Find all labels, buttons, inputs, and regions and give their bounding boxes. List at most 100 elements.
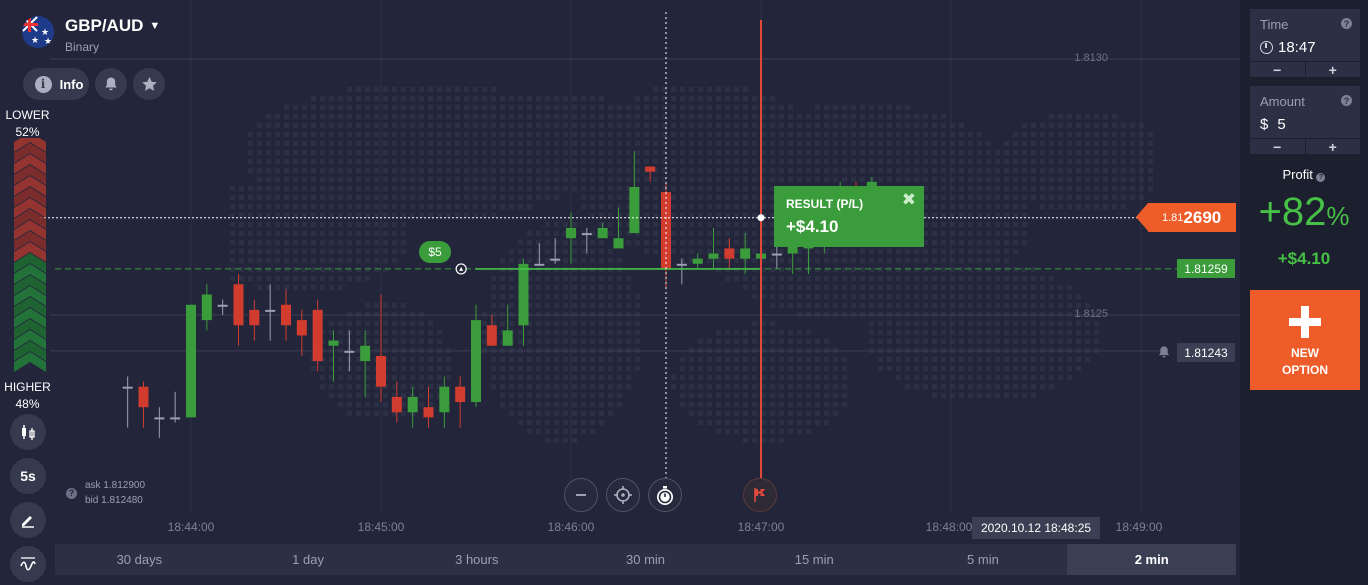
timeframe-option[interactable]: 1 day	[224, 544, 393, 575]
center-chart-button[interactable]	[606, 478, 640, 512]
timeframe-option[interactable]: 30 days	[55, 544, 224, 575]
candle	[281, 304, 291, 326]
close-icon[interactable]: ✖	[902, 190, 916, 210]
result-value: +$4.10	[786, 217, 839, 236]
candle	[771, 253, 782, 256]
candle	[629, 187, 640, 234]
candle	[724, 248, 735, 259]
candle	[122, 386, 133, 389]
candle	[312, 309, 323, 362]
candle	[613, 238, 624, 249]
star-icon	[141, 76, 157, 91]
timeframe-option[interactable]: 30 min	[561, 544, 730, 575]
help-icon[interactable]: ?	[66, 488, 77, 499]
profit-percent-value: +82	[1258, 190, 1327, 234]
candle	[550, 258, 561, 261]
candle	[170, 417, 181, 420]
stopwatch-icon	[657, 486, 673, 505]
indicators-button[interactable]	[10, 546, 46, 582]
expiration-flag-button[interactable]	[743, 478, 777, 512]
candle	[233, 284, 244, 326]
profit-percent: +82%	[1240, 190, 1368, 235]
expiration-timer-button[interactable]	[648, 478, 682, 512]
candle	[518, 263, 529, 326]
candle	[138, 386, 149, 408]
checkered-flag-icon	[754, 488, 765, 502]
higher-label: HIGHER	[4, 380, 51, 394]
chart-area[interactable]: 1.8130 1.8125 ★ ★ ★ GBP/AUD ▼ Binary i In…	[0, 0, 1240, 585]
sentiment-bar	[14, 138, 46, 372]
info-button-label: Info	[59, 76, 84, 92]
price-level-label: 1.8125	[1074, 308, 1108, 320]
zoom-out-button[interactable]	[564, 478, 598, 512]
crosshair-icon	[614, 486, 632, 504]
amount-decrease-button[interactable]: −	[1250, 139, 1306, 155]
ask-bid-quote: ? ask 1.812900 bid 1.812480	[66, 478, 145, 508]
alert-button[interactable]	[95, 68, 127, 100]
amount-value[interactable]: 5	[1277, 116, 1285, 133]
candle	[296, 320, 307, 336]
bell-icon	[105, 77, 117, 91]
clock-icon	[1260, 40, 1273, 54]
candle	[439, 386, 450, 413]
lower-label: LOWER	[5, 108, 50, 122]
price-level-label: 1.8130	[1074, 52, 1108, 64]
time-tick: 18:45:00	[357, 520, 405, 534]
amount-field[interactable]: Amount ? $5 − +	[1250, 86, 1361, 155]
timeframe-option[interactable]: 3 hours	[392, 544, 561, 575]
bell-icon[interactable]	[1157, 345, 1171, 359]
candle	[597, 227, 608, 239]
candle	[154, 417, 165, 420]
candle	[423, 407, 434, 418]
time-tick: 18:46:00	[547, 520, 595, 534]
result-label: RESULT (P/L)	[786, 197, 864, 211]
candle	[391, 396, 402, 413]
candle	[344, 350, 355, 353]
gbp-aud-flag-icon: ★ ★ ★	[22, 16, 54, 48]
candle	[455, 386, 466, 403]
drawing-tools-button[interactable]	[10, 502, 46, 538]
info-button[interactable]: i Info	[23, 68, 89, 100]
new-option-button[interactable]: NEW OPTION	[1250, 290, 1360, 390]
candle	[249, 309, 260, 326]
candle	[186, 304, 196, 418]
time-tick: 18:49:00	[1115, 520, 1163, 534]
candle	[676, 263, 687, 266]
chart-type-button[interactable]	[10, 414, 46, 450]
time-tick: 18:44:00	[167, 520, 215, 534]
candlestick-icon	[22, 425, 35, 440]
help-icon[interactable]: ?	[1341, 95, 1352, 106]
candle	[486, 325, 497, 346]
asset-toolbar: i Info	[23, 68, 165, 100]
plus-icon	[1289, 306, 1321, 338]
help-icon[interactable]: ?	[1316, 173, 1326, 182]
timeframe-option[interactable]: 15 min	[730, 544, 899, 575]
candle	[471, 320, 481, 403]
time-decrease-button[interactable]: −	[1250, 62, 1306, 78]
amount-increase-button[interactable]: +	[1306, 139, 1361, 155]
time-increase-button[interactable]: +	[1306, 62, 1361, 78]
asset-type: Binary	[65, 40, 100, 54]
chevron-down-icon: ▼	[149, 20, 161, 32]
help-icon[interactable]: ?	[1341, 18, 1352, 29]
trade-panel: Time ? 18:47 − + Amount ? $5 − + Profit …	[1240, 0, 1368, 585]
time-field[interactable]: Time ? 18:47 − +	[1250, 9, 1361, 78]
candle	[534, 263, 545, 266]
candle	[740, 248, 751, 259]
candle	[407, 396, 418, 413]
profit-amount: +$4.10	[1277, 249, 1331, 268]
time-value: 18:47	[1278, 38, 1316, 56]
info-icon: i	[34, 75, 52, 93]
timeframe-option[interactable]: 2 min	[1067, 544, 1237, 575]
chart-tools: 5s	[10, 414, 46, 582]
current-price-tag: 1.81 2690	[1136, 203, 1236, 232]
asset-selector[interactable]: ★ ★ ★ GBP/AUD ▼ Binary	[22, 16, 160, 54]
interval-button[interactable]: 5s	[10, 458, 46, 494]
current-price-suffix: 2690	[1183, 207, 1222, 227]
candle	[376, 355, 386, 387]
candle	[502, 330, 513, 346]
ask-price: ask 1.812900	[85, 480, 146, 491]
indicator-wave-icon	[20, 557, 36, 571]
timeframe-option[interactable]: 5 min	[899, 544, 1068, 575]
favorite-button[interactable]	[133, 68, 165, 100]
